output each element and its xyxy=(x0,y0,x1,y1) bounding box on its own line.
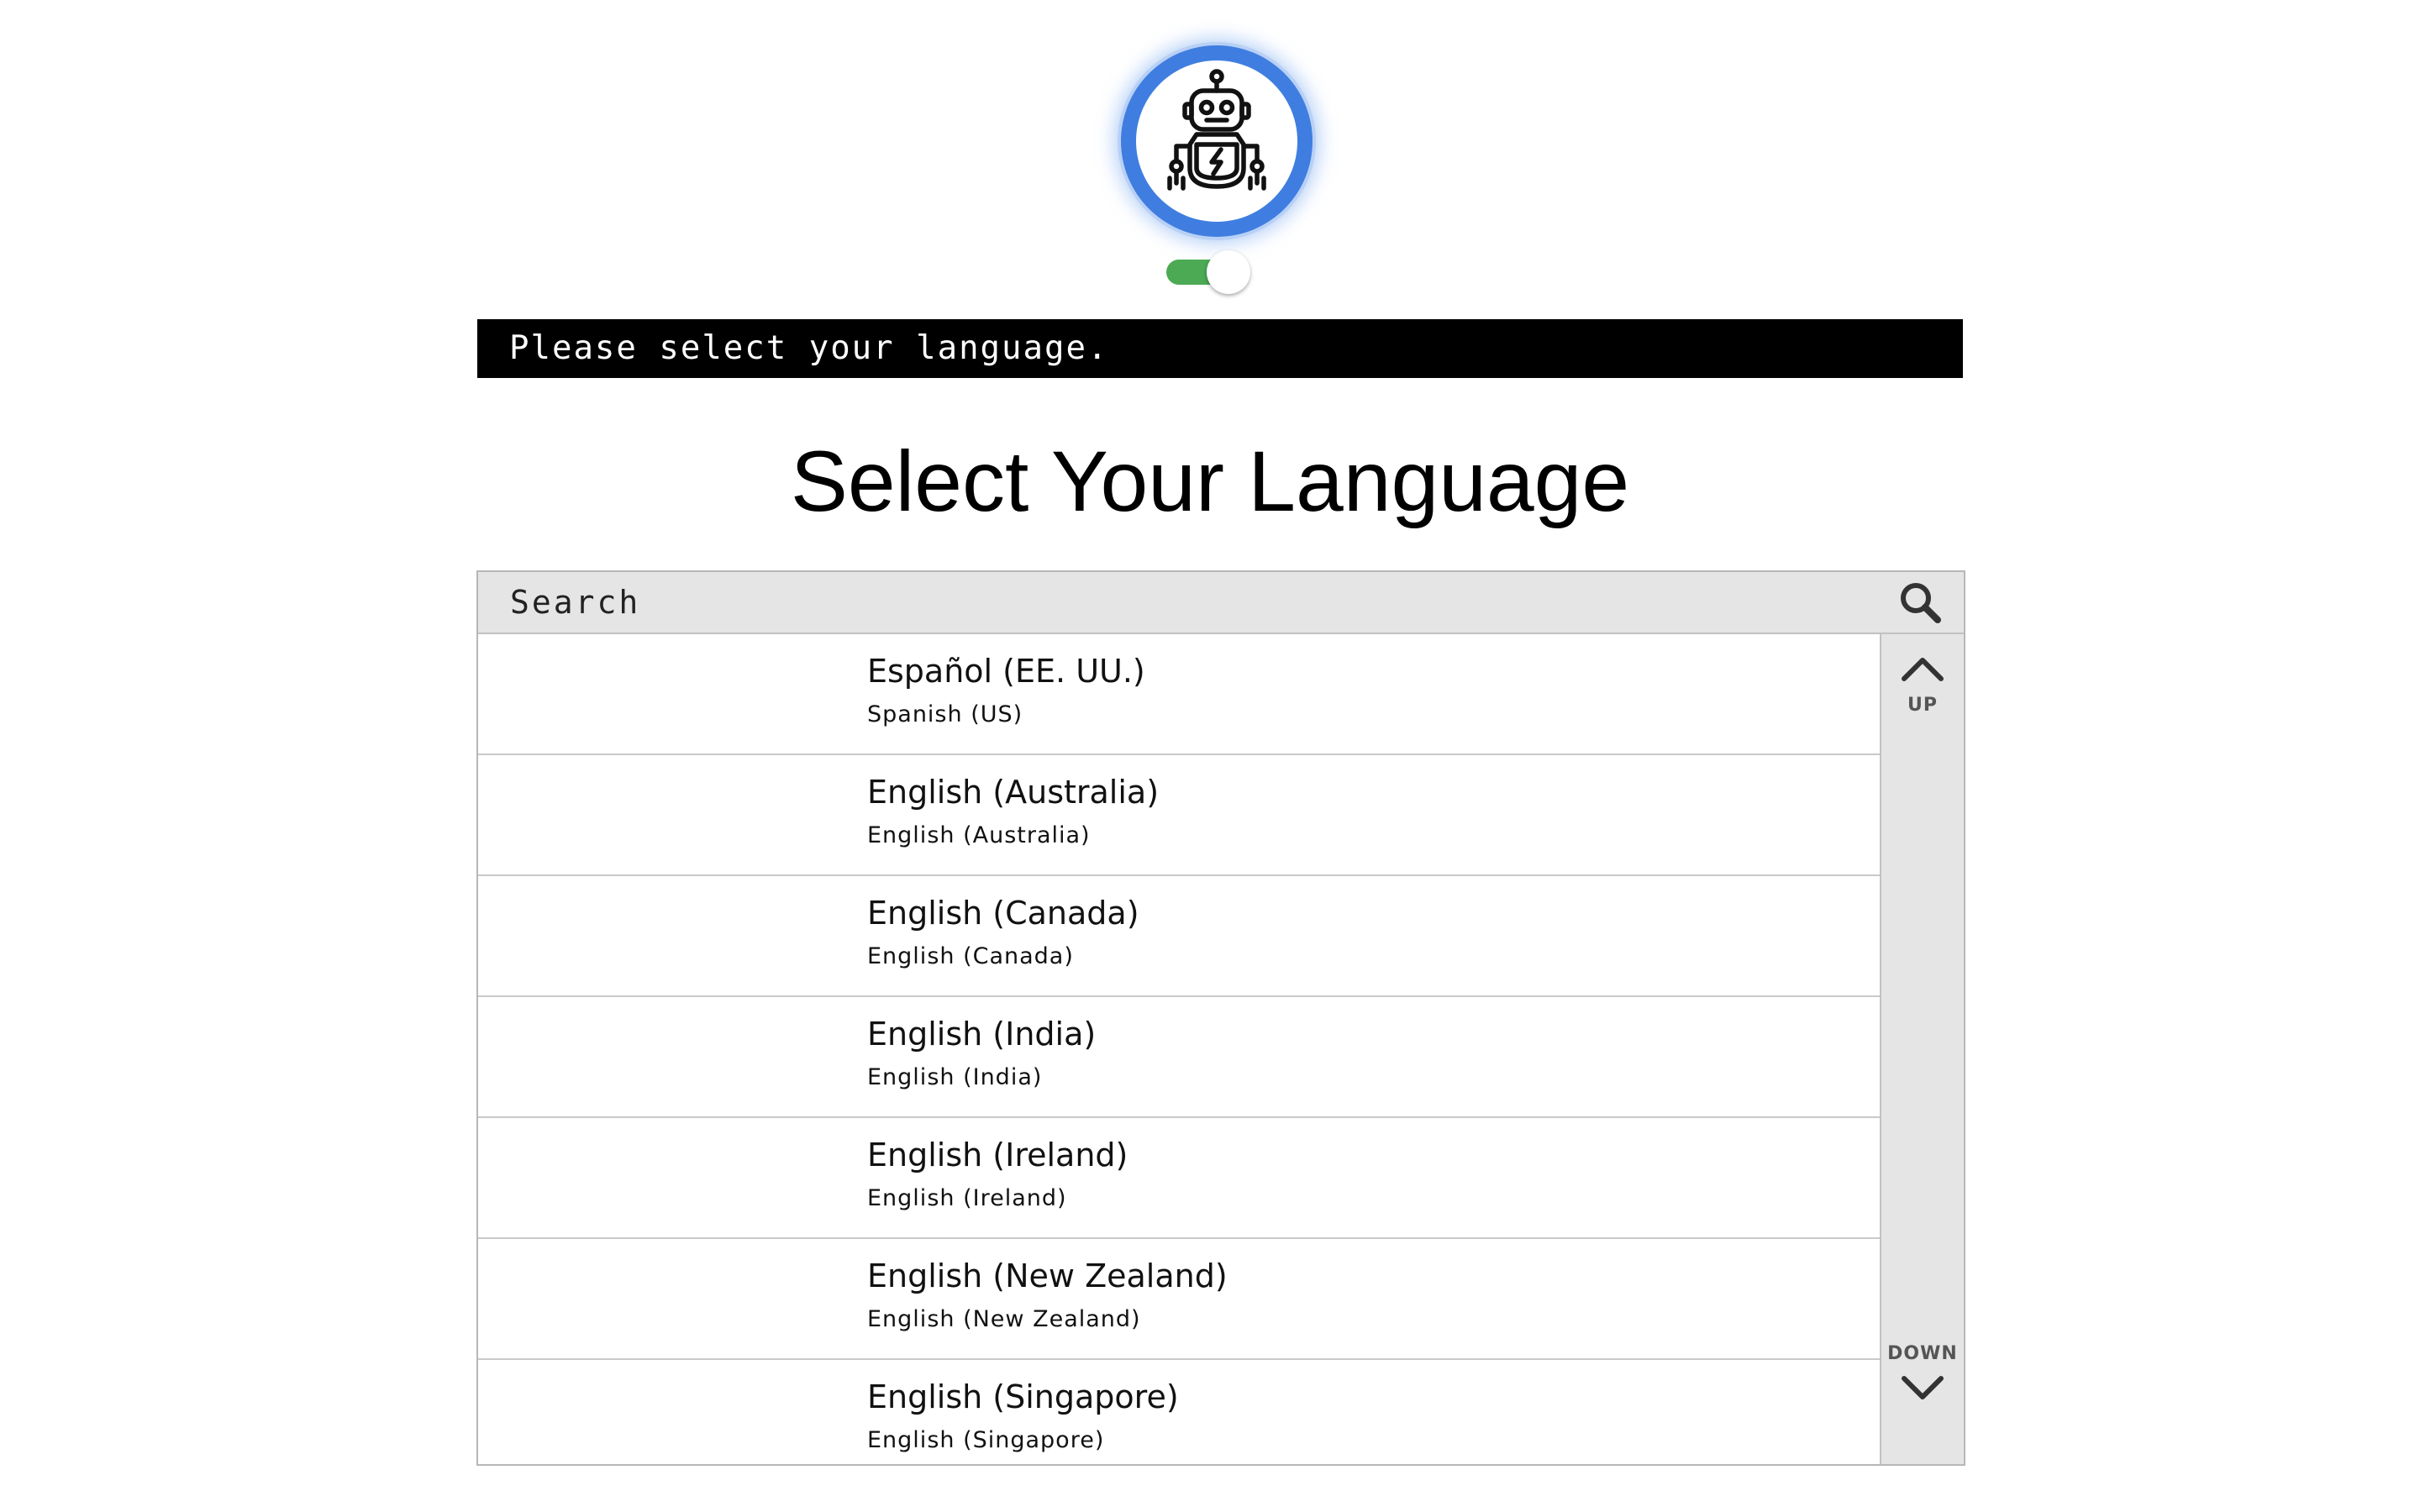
language-english-name: English (Canada) xyxy=(867,943,1074,969)
language-native-name: English (New Zealand) xyxy=(867,1257,1228,1294)
language-english-name: English (Ireland) xyxy=(867,1185,1067,1211)
language-native-name: English (Canada) xyxy=(867,895,1139,932)
search-bar xyxy=(478,572,1964,634)
language-option-english-canada[interactable]: English (Canada) English (Canada) xyxy=(478,876,1880,997)
language-native-name: English (Australia) xyxy=(867,774,1160,811)
chevron-down-icon xyxy=(1902,1376,1944,1399)
language-english-name: English (New Zealand) xyxy=(867,1306,1141,1332)
language-english-name: English (India) xyxy=(867,1064,1043,1090)
scroll-up-label: UP xyxy=(1907,695,1938,716)
search-input[interactable] xyxy=(478,572,1890,633)
chevron-up-icon xyxy=(1902,658,1944,681)
language-panel: Español (EE. UU.) Spanish (US) English (… xyxy=(476,570,1965,1466)
language-option-english-australia[interactable]: English (Australia) English (Australia) xyxy=(478,755,1880,876)
avatar-inner xyxy=(1136,60,1297,222)
language-english-name: English (Singapore) xyxy=(867,1427,1105,1453)
scroll-up-button[interactable]: UP xyxy=(1881,654,1964,747)
language-option-spanish-us[interactable]: Español (EE. UU.) Spanish (US) xyxy=(478,634,1880,755)
toggle-knob[interactable] xyxy=(1207,250,1250,294)
assistant-avatar xyxy=(1121,45,1313,237)
language-english-name: English (Australia) xyxy=(867,822,1091,848)
assistant-toggle[interactable] xyxy=(1166,250,1250,294)
language-list: Español (EE. UU.) Spanish (US) English (… xyxy=(478,634,1880,1464)
scroll-down-label: DOWN xyxy=(1887,1343,1958,1364)
robot-icon xyxy=(1167,69,1266,191)
language-native-name: English (Singapore) xyxy=(867,1378,1179,1415)
language-option-english-new-zealand[interactable]: English (New Zealand) English (New Zeala… xyxy=(478,1239,1880,1360)
language-native-name: Español (EE. UU.) xyxy=(867,653,1145,690)
search-icon[interactable] xyxy=(1897,579,1944,626)
language-option-english-india[interactable]: English (India) English (India) xyxy=(478,997,1880,1118)
list-scrollbar[interactable]: UP DOWN xyxy=(1880,634,1964,1464)
scroll-down-button[interactable]: DOWN xyxy=(1881,1343,1964,1436)
language-option-english-ireland[interactable]: English (Ireland) English (Ireland) xyxy=(478,1118,1880,1239)
language-english-name: Spanish (US) xyxy=(867,701,1023,727)
language-native-name: English (Ireland) xyxy=(867,1137,1128,1173)
language-option-english-singapore[interactable]: English (Singapore) English (Singapore) xyxy=(478,1360,1880,1464)
status-message: Please select your language. xyxy=(477,319,1963,378)
language-native-name: English (India) xyxy=(867,1016,1097,1053)
page-title: Select Your Language xyxy=(790,433,1630,529)
